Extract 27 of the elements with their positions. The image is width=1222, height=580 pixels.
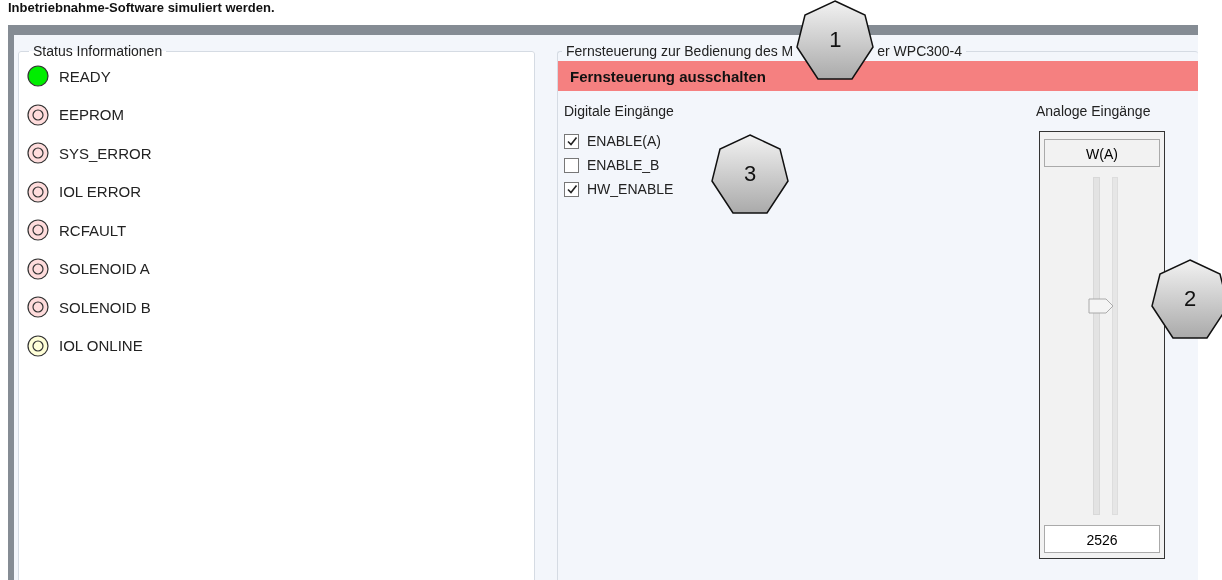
status-label: SOLENOID B — [59, 298, 151, 316]
status-label: EEPROM — [59, 106, 124, 124]
group-title: er WPC300-4 — [877, 43, 963, 59]
checkbox[interactable]: HW_ENABLE — [564, 177, 674, 201]
status-label: SYS_ERROR — [59, 144, 152, 162]
document-text: Inbetriebnahme-Software simuliert werden. — [8, 0, 275, 15]
checkbox-box[interactable] — [564, 157, 579, 173]
status-label: SOLENOID A — [59, 260, 150, 278]
status-label: READY — [59, 67, 111, 85]
checkbox-box[interactable] — [564, 133, 579, 149]
checkbox-box[interactable] — [564, 181, 579, 197]
callout-number: 3 — [742, 161, 758, 187]
group-title: Fernsteuerung zur Bedienung des M — [566, 43, 794, 59]
section-title: Digitale Eingänge — [564, 103, 674, 119]
slider-thumb[interactable] — [1087, 297, 1114, 314]
status-label: RCFAULT — [59, 221, 127, 239]
channel-label: W(A) — [1044, 139, 1160, 167]
value-field: 2526 — [1044, 525, 1160, 553]
toggle-remote-button[interactable]: Fernsteuerung ausschalten — [558, 61, 1198, 91]
status-label: IOL ERROR — [59, 183, 141, 201]
status-label: IOL ONLINE — [59, 337, 143, 355]
section-title: Analoge Eingänge — [1036, 103, 1151, 119]
callout-number: 1 — [828, 27, 843, 53]
checkbox[interactable]: ENABLE(A) — [564, 129, 674, 153]
checkbox[interactable]: ENABLE_B — [564, 153, 674, 177]
group-title: Status Informationen — [32, 43, 164, 59]
callout-number: 2 — [1182, 286, 1198, 312]
